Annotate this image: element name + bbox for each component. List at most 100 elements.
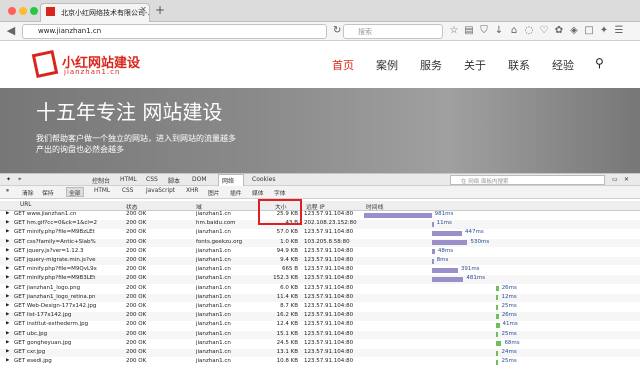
tab-console[interactable]: 控制台 bbox=[92, 176, 110, 185]
firebug-icon[interactable]: ✦ bbox=[598, 25, 610, 37]
lock-icon[interactable]: ⛉ bbox=[478, 25, 490, 37]
close-window-icon[interactable] bbox=[8, 7, 16, 15]
tab-script[interactable]: 脚本 bbox=[168, 176, 180, 185]
request-row[interactable]: ▶ GET list-177x142.jpg 200 OK jianzhan1.cn 1… bbox=[0, 312, 640, 321]
request-row[interactable]: ▶ GET jquery-migrate.min.js?ve 200 OK jianz… bbox=[0, 257, 640, 266]
request-status: 200 OK bbox=[126, 220, 147, 227]
inspect-icon[interactable]: ⌖ bbox=[18, 176, 21, 184]
persist-button[interactable]: 保持 bbox=[42, 188, 54, 197]
menu-item-experience[interactable]: 经验 bbox=[552, 57, 574, 73]
column-status[interactable]: 状态 bbox=[126, 202, 138, 211]
request-row[interactable]: ▶ GET hm.gif?cc=0&ck=1&cl=2 200 OK hm.baidu… bbox=[0, 220, 640, 229]
timeline-duration: 12ms bbox=[501, 293, 517, 300]
chat-icon[interactable]: ◌ bbox=[523, 25, 535, 37]
request-domain: jianzhan1.cn bbox=[196, 284, 231, 291]
filter-fonts[interactable]: 字体 bbox=[274, 188, 286, 197]
download-icon[interactable]: ↓ bbox=[493, 25, 505, 37]
shield-icon[interactable]: ◈ bbox=[568, 25, 580, 37]
request-remote-ip: 103.205.8.58:80 bbox=[304, 238, 350, 245]
back-icon[interactable]: ◀ bbox=[5, 25, 17, 37]
request-row[interactable]: ▶ GET gongheyuan.jpg 200 OK jianzhan1.cn 24.… bbox=[0, 339, 640, 349]
address-bar[interactable]: www.jianzhan1.cn bbox=[22, 24, 327, 39]
pocket-icon[interactable]: ♡ bbox=[538, 25, 550, 37]
filter-html[interactable]: HTML bbox=[94, 188, 110, 194]
filter-placeholder: 在 网络 面板内搜索 bbox=[461, 179, 509, 185]
star-icon[interactable]: ☆ bbox=[448, 25, 460, 37]
timeline-duration: 26ms bbox=[501, 312, 517, 319]
firebug-icon[interactable]: ✦ bbox=[6, 176, 11, 183]
timeline-bar bbox=[431, 276, 464, 282]
reader-icon[interactable]: ▤ bbox=[463, 25, 475, 37]
filter-css[interactable]: CSS bbox=[122, 188, 133, 194]
column-remote-ip[interactable]: 远程 IP bbox=[306, 202, 325, 211]
timeline-bar bbox=[496, 295, 499, 301]
home-icon[interactable]: ⌂ bbox=[508, 25, 520, 37]
maximize-window-icon[interactable] bbox=[30, 7, 38, 15]
request-row[interactable]: ▶ GET www.jianzhan1.cn 200 OK jianzhan1.cn 2… bbox=[0, 211, 640, 220]
request-row[interactable]: ▶ GET jquery.js?ver=1.12.3 200 OK jianzhan1… bbox=[0, 247, 640, 257]
close-tab-icon[interactable]: ✕ bbox=[140, 5, 147, 14]
request-url: GET list-177x142.jpg bbox=[14, 312, 72, 319]
request-url: GET minify.php?file=M9BzLEt bbox=[14, 229, 95, 236]
menu-icon[interactable]: ☰ bbox=[613, 25, 625, 37]
request-size: 16.2 KB bbox=[276, 312, 298, 319]
request-url: GET gongheyuan.jpg bbox=[14, 339, 72, 346]
filter-xhr[interactable]: XHR bbox=[186, 188, 198, 194]
column-url[interactable]: URL bbox=[20, 202, 32, 208]
request-row[interactable]: ▶ GET css?family=Antic+Slab% 200 OK fonts.g… bbox=[0, 238, 640, 247]
request-row[interactable]: ▶ GET minify.php?file=M9QvL9x 200 OK jianzh… bbox=[0, 266, 640, 275]
filter-images[interactable]: 图片 bbox=[208, 188, 220, 197]
tab-css[interactable]: CSS bbox=[146, 176, 158, 183]
request-row[interactable]: ▶ GET Web-Design-177x142.jpg 200 OK jianzha… bbox=[0, 303, 640, 312]
new-tab-icon[interactable]: + bbox=[155, 3, 165, 17]
request-domain: jianzhan1.cn bbox=[196, 229, 231, 236]
menu-item-cases[interactable]: 案例 bbox=[376, 57, 398, 73]
menu-item-services[interactable]: 服务 bbox=[420, 57, 442, 73]
menu-item-about[interactable]: 关于 bbox=[464, 57, 486, 73]
clear-button[interactable]: 清除 bbox=[22, 188, 34, 197]
request-row[interactable]: ▶ GET jianzhan1_logo.png 200 OK jianzhan1.c… bbox=[0, 284, 640, 293]
network-filter-input[interactable]: 在 网络 面板内搜索 bbox=[450, 175, 605, 185]
menu-item-contact[interactable]: 联系 bbox=[508, 57, 530, 73]
timeline-duration: 68ms bbox=[504, 339, 520, 346]
timeline-duration: 25ms bbox=[501, 358, 517, 365]
extension-icon[interactable]: ✿ bbox=[553, 25, 565, 37]
filter-all[interactable]: 全部 bbox=[69, 188, 81, 197]
filter-media[interactable]: 媒体 bbox=[252, 188, 264, 197]
request-row[interactable]: ▶ GET institut-esthederm.jpg 200 OK jianzha… bbox=[0, 321, 640, 330]
logo-icon[interactable] bbox=[31, 49, 59, 79]
timeline-bar bbox=[496, 286, 499, 292]
menu-item-home[interactable]: 首页 bbox=[332, 57, 354, 73]
request-remote-ip: 123.57.91.104:80 bbox=[304, 312, 354, 319]
request-row[interactable]: ▶ GET jianzhan1_logo_retina.pn 200 OK jianz… bbox=[0, 293, 640, 303]
search-input[interactable]: 搜索 bbox=[343, 24, 443, 39]
column-domain[interactable]: 域 bbox=[196, 202, 202, 211]
request-url: GET jianzhan1_logo.png bbox=[14, 284, 81, 291]
tab-html[interactable]: HTML bbox=[120, 176, 137, 183]
request-url: GET jianzhan1_logo_retina.pn bbox=[14, 293, 96, 300]
square-icon[interactable]: □ bbox=[583, 25, 595, 37]
request-remote-ip: 123.57.91.104:80 bbox=[304, 211, 354, 217]
minimize-devtools-icon[interactable]: ▭ bbox=[612, 176, 618, 183]
pause-icon[interactable]: ⏸ bbox=[6, 188, 9, 195]
filter-plugins[interactable]: 插件 bbox=[230, 188, 242, 197]
timeline-bar bbox=[431, 267, 458, 273]
reload-icon[interactable]: ↻ bbox=[333, 25, 341, 36]
request-row[interactable]: ▶ GET cxr.jpg 200 OK jianzhan1.cn 13.1 KB 123… bbox=[0, 349, 640, 358]
timeline-duration: 391ms bbox=[460, 266, 480, 273]
browser-tab[interactable]: 北京小红网络技术有限公司-... bbox=[40, 3, 150, 22]
request-size: 8.7 KB bbox=[280, 303, 298, 309]
tab-cookies[interactable]: Cookies bbox=[252, 176, 276, 183]
filter-javascript[interactable]: JavaScript bbox=[146, 188, 175, 194]
close-devtools-icon[interactable]: ✕ bbox=[624, 176, 629, 183]
column-timeline[interactable]: 时间线 bbox=[366, 202, 383, 211]
request-row[interactable]: ▶ GET ubc.jpg 200 OK jianzhan1.cn 15.1 KB 123… bbox=[0, 330, 640, 339]
timeline-bar bbox=[431, 240, 468, 246]
tab-network[interactable]: 网络 bbox=[222, 176, 234, 185]
request-row[interactable]: ▶ GET esedi.jpg 200 OK jianzhan1.cn 10.8 KB 1… bbox=[0, 358, 640, 367]
site-search-icon[interactable]: ⚲ bbox=[595, 56, 604, 70]
minimize-window-icon[interactable] bbox=[19, 7, 27, 15]
tab-dom[interactable]: DOM bbox=[192, 176, 207, 183]
request-row[interactable]: ▶ GET minify.php?file=M9B3LEt 200 OK jianzh… bbox=[0, 275, 640, 284]
request-row[interactable]: ▶ GET minify.php?file=M9BzLEt 200 OK jianzh… bbox=[0, 229, 640, 238]
